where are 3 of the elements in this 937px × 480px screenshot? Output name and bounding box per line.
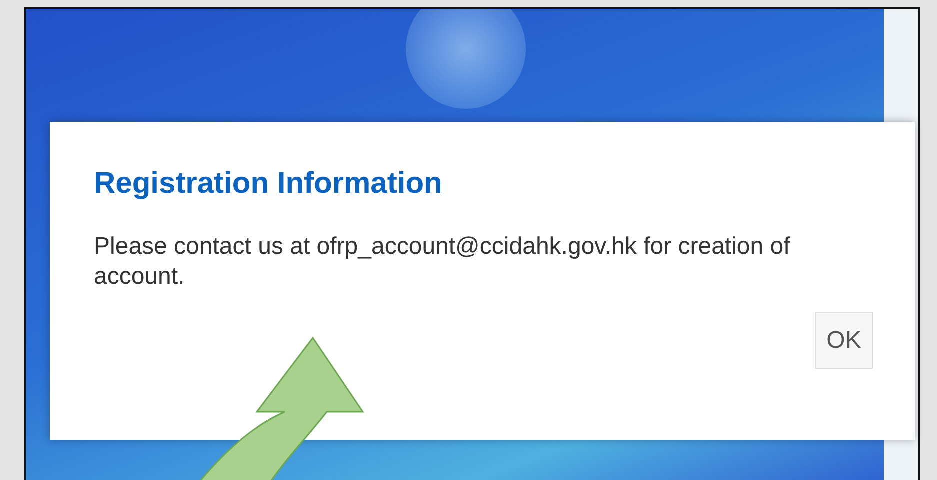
dialog-message: Please contact us at ofrp_account@ccidahk.gov.hk for creation of account. — [94, 232, 792, 292]
dialog-title: Registration Information — [94, 166, 444, 202]
ok-button[interactable]: OK — [815, 312, 873, 369]
